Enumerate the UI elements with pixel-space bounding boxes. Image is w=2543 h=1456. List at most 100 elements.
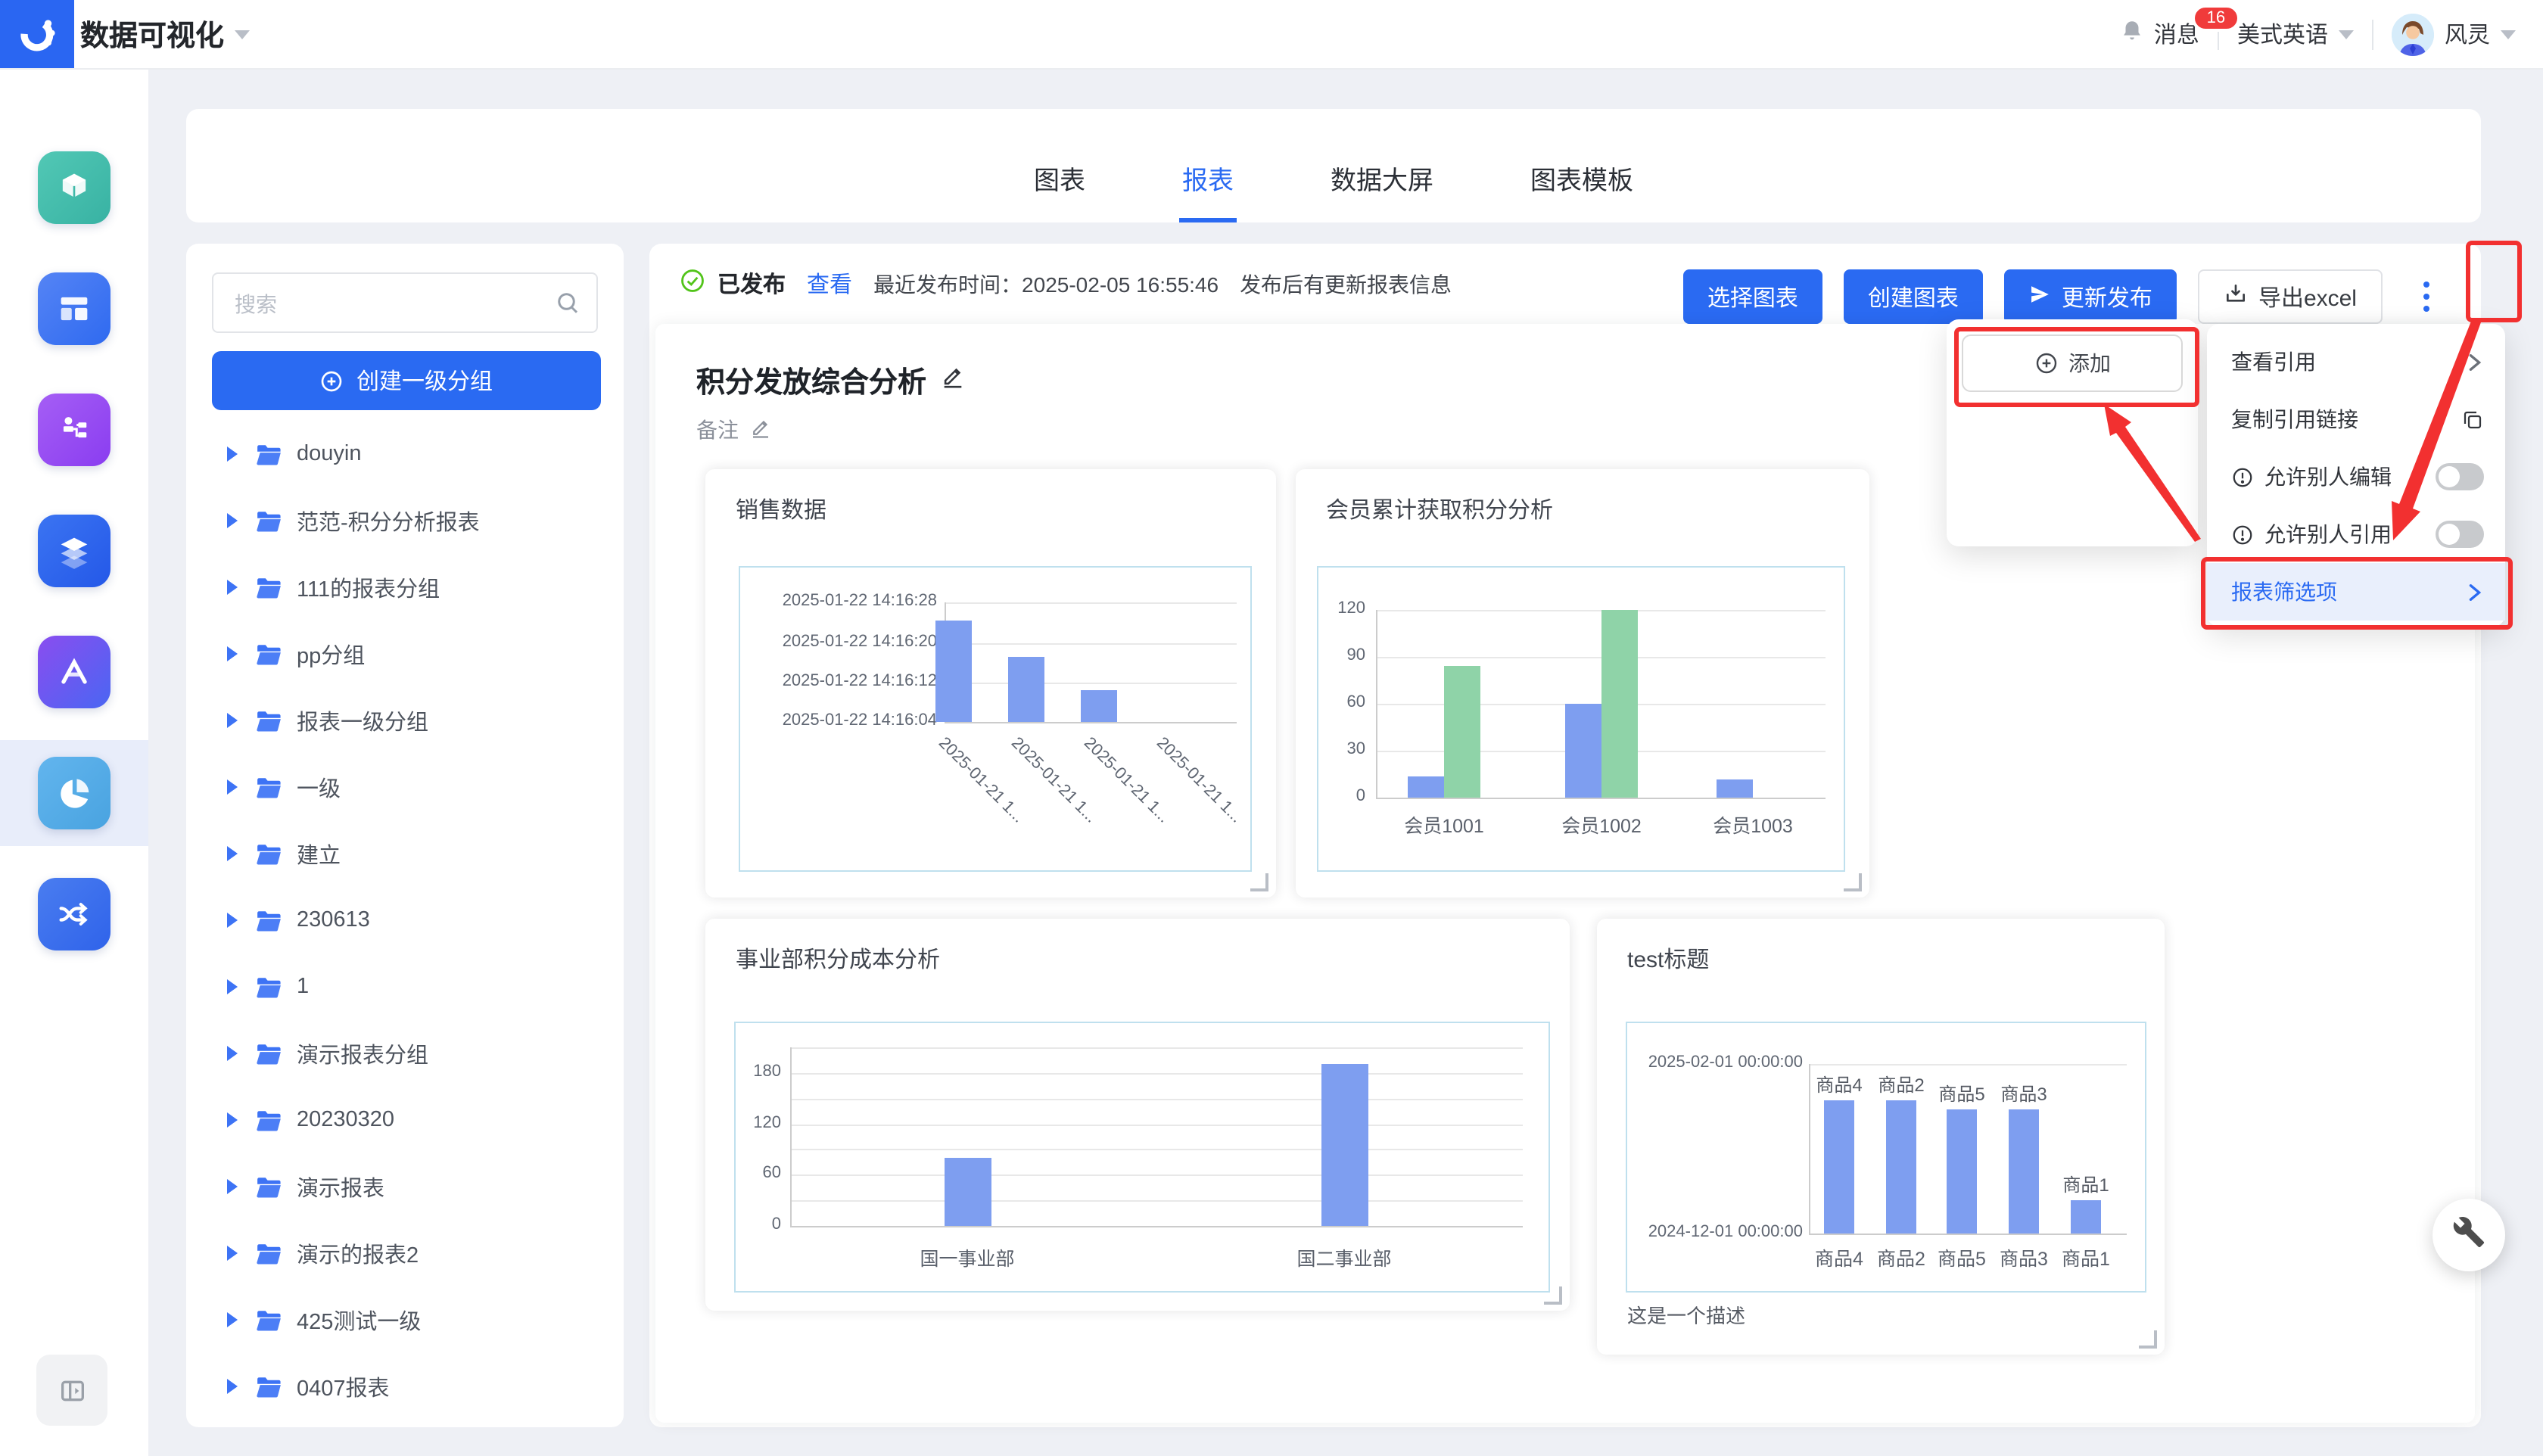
- tab-bar: 图表 报表 数据大屏 图表模板: [186, 109, 2481, 222]
- bar: [2009, 1109, 2039, 1234]
- toggle-switch[interactable]: [2436, 463, 2484, 490]
- chart-card-3: 事业部积分成本分析180120600国一事业部国二事业部: [705, 919, 1570, 1311]
- bell-icon: [2119, 18, 2145, 50]
- tree-expand-caret[interactable]: [227, 513, 238, 528]
- language-selector[interactable]: 美式英语: [2237, 18, 2354, 50]
- messages-badge: 16: [2192, 5, 2240, 32]
- settings-fab[interactable]: [2433, 1199, 2505, 1271]
- update-publish-button[interactable]: 更新发布: [2004, 269, 2177, 324]
- tree-expand-caret[interactable]: [227, 1046, 238, 1061]
- report-title: 积分发放综合分析: [696, 360, 926, 401]
- tree-item-111的报表分组[interactable]: 111的报表分组: [186, 554, 624, 621]
- create-group-button[interactable]: 创建一级分组: [212, 351, 601, 410]
- menu-item-复制引用链接[interactable]: 复制引用链接: [2207, 390, 2505, 448]
- rail-item-cube[interactable]: [0, 135, 148, 241]
- tree-item-一级[interactable]: 一级: [186, 754, 624, 820]
- bar: [935, 621, 972, 722]
- add-button[interactable]: 添加: [1962, 334, 2183, 392]
- resize-handle[interactable]: [2139, 1330, 2157, 1349]
- tree-expand-caret[interactable]: [227, 446, 238, 462]
- tree-item-pp分组[interactable]: pp分组: [186, 621, 624, 687]
- tree-expand-caret[interactable]: [227, 1179, 238, 1194]
- app-rail: [0, 68, 148, 1456]
- messages-button[interactable]: 消息 16: [2119, 18, 2199, 50]
- tab-数据大屏[interactable]: 数据大屏: [1328, 159, 1436, 222]
- axis-line: [790, 1047, 792, 1226]
- gridline: [1809, 1064, 2127, 1066]
- wrench-icon: [2452, 1215, 2485, 1255]
- tree-expand-caret[interactable]: [227, 913, 238, 928]
- bar: [2071, 1199, 2101, 1234]
- rail-item-pie[interactable]: [0, 740, 148, 846]
- group-tree-panel: 创建一级分组 douyin 范范-积分分析报表 111的报表分组 pp分组报表一级分组…: [186, 244, 624, 1427]
- tree-item-douyin[interactable]: douyin: [186, 421, 624, 487]
- tree-item-演示报表分组[interactable]: 演示报表分组: [186, 1020, 624, 1087]
- username: 风灵: [2445, 18, 2490, 50]
- tree-item-label: 0407报表: [297, 1370, 390, 1402]
- tree-item-label: 111的报表分组: [297, 571, 440, 603]
- tree-item-425测试一级[interactable]: 425测试一级: [186, 1286, 624, 1353]
- app-logo-icon[interactable]: [0, 0, 74, 68]
- tree-expand-caret[interactable]: [227, 1246, 238, 1261]
- tree-expand-caret[interactable]: [227, 1379, 238, 1394]
- resize-handle[interactable]: [1250, 873, 1268, 891]
- more-actions-button[interactable]: [2404, 269, 2449, 324]
- chart-plot-area: 180120600国一事业部国二事业部: [734, 1022, 1550, 1293]
- tree-item-20230320[interactable]: 20230320: [186, 1087, 624, 1153]
- menu-item-报表筛选项[interactable]: 报表筛选项: [2207, 563, 2505, 621]
- rail-item-orgchart[interactable]: [0, 377, 148, 483]
- tree-expand-caret[interactable]: [227, 646, 238, 661]
- tree-item-范范-积分分析报表[interactable]: 范范-积分分析报表: [186, 487, 624, 554]
- menu-item-允许别人引用[interactable]: 允许别人引用: [2207, 506, 2505, 563]
- update-hint: 发布后有更新报表信息: [1240, 269, 1452, 299]
- menu-item-查看引用[interactable]: 查看引用: [2207, 333, 2505, 390]
- tree-expand-caret[interactable]: [227, 713, 238, 728]
- tree-expand-caret[interactable]: [227, 846, 238, 861]
- tree-expand-caret[interactable]: [227, 779, 238, 795]
- resize-handle[interactable]: [1844, 873, 1862, 891]
- create-chart-button[interactable]: 创建图表: [1844, 269, 1983, 324]
- rail-item-layout[interactable]: [0, 256, 148, 362]
- edit-title-icon[interactable]: [940, 363, 966, 398]
- collapse-sidebar-button[interactable]: [36, 1355, 107, 1426]
- menu-item-label: 复制引用链接: [2231, 404, 2358, 434]
- y-tick-label: 60: [1318, 693, 1365, 711]
- tree-item-建立[interactable]: 建立: [186, 820, 624, 887]
- tab-图表[interactable]: 图表: [1031, 159, 1088, 222]
- export-excel-button[interactable]: 导出excel: [2198, 269, 2383, 324]
- tree-item-报表一级分组[interactable]: 报表一级分组: [186, 687, 624, 754]
- view-link[interactable]: 查看: [807, 268, 852, 300]
- publish-status-row: 已发布 查看 最近发布时间：2025-02-05 16:55:46 发布后有更新…: [680, 244, 1452, 324]
- tree-item-label: 演示的报表2: [297, 1237, 419, 1269]
- tree-expand-caret[interactable]: [227, 580, 238, 595]
- chart-plot-area: 2025-01-22 14:16:282025-01-22 14:16:2020…: [739, 566, 1252, 872]
- rail-item-layers[interactable]: [0, 498, 148, 604]
- tab-报表[interactable]: 报表: [1179, 159, 1237, 222]
- tree-expand-caret[interactable]: [227, 1312, 238, 1327]
- language-label: 美式英语: [2237, 18, 2328, 50]
- tree-item-演示的报表2[interactable]: 演示的报表2: [186, 1220, 624, 1286]
- chart-description: 这是一个描述: [1627, 1300, 1745, 1329]
- bar: [1886, 1100, 1916, 1234]
- select-chart-button[interactable]: 选择图表: [1683, 269, 1822, 324]
- tree-item-0407报表[interactable]: 0407报表: [186, 1353, 624, 1420]
- product-switcher[interactable]: 数据可视化: [80, 0, 250, 68]
- tree-item-1[interactable]: 1: [186, 954, 624, 1020]
- tree-item-演示报表[interactable]: 演示报表: [186, 1153, 624, 1220]
- topbar: 数据可视化 消息 16 美式英语: [0, 0, 2543, 70]
- gridline: [790, 1175, 1523, 1177]
- pie-app-icon: [38, 757, 110, 829]
- tree-expand-caret[interactable]: [227, 979, 238, 994]
- tab-图表模板[interactable]: 图表模板: [1527, 159, 1636, 222]
- add-popup: 添加: [1947, 319, 2198, 546]
- edit-note-icon[interactable]: [749, 416, 772, 443]
- tree-item-label: douyin: [297, 442, 361, 466]
- tree-expand-caret[interactable]: [227, 1112, 238, 1128]
- search-input[interactable]: [232, 275, 556, 333]
- tree-item-230613[interactable]: 230613: [186, 887, 624, 954]
- user-menu[interactable]: 风灵: [2392, 13, 2516, 55]
- rail-item-shuffle[interactable]: [0, 861, 148, 967]
- menu-item-允许别人编辑[interactable]: 允许别人编辑: [2207, 448, 2505, 506]
- toggle-switch[interactable]: [2436, 521, 2484, 548]
- rail-item-ai[interactable]: [0, 619, 148, 725]
